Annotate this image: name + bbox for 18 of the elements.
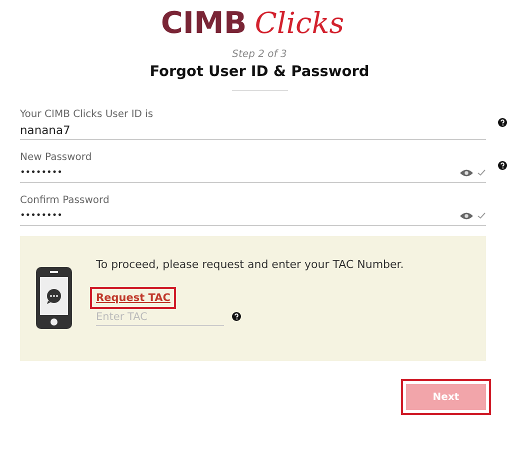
field-label: Confirm Password — [20, 195, 110, 206]
field-label: Your CIMB Clicks User ID is — [20, 109, 154, 120]
eye-icon[interactable] — [460, 168, 473, 176]
logo-product: Clicks — [254, 6, 344, 40]
tac-instruction: To proceed, please request and enter your TAC Number. — [96, 258, 404, 271]
help-icon[interactable] — [498, 118, 507, 127]
logo-brand: CIMB — [160, 6, 247, 41]
password-field[interactable]: •••••••• — [20, 206, 486, 226]
eye-icon[interactable] — [460, 212, 473, 220]
tac-input[interactable]: Enter TAC — [96, 309, 224, 326]
input-field[interactable]: nanana7 — [20, 120, 486, 140]
field-label: New Password — [20, 152, 93, 163]
page-title: Forgot User ID & Password — [150, 64, 370, 80]
phone-icon — [36, 267, 72, 329]
password-field[interactable]: •••••••• — [20, 163, 486, 183]
step-indicator: Step 2 of 3 — [232, 49, 287, 60]
help-icon[interactable] — [232, 312, 241, 321]
help-icon[interactable] — [498, 161, 507, 170]
